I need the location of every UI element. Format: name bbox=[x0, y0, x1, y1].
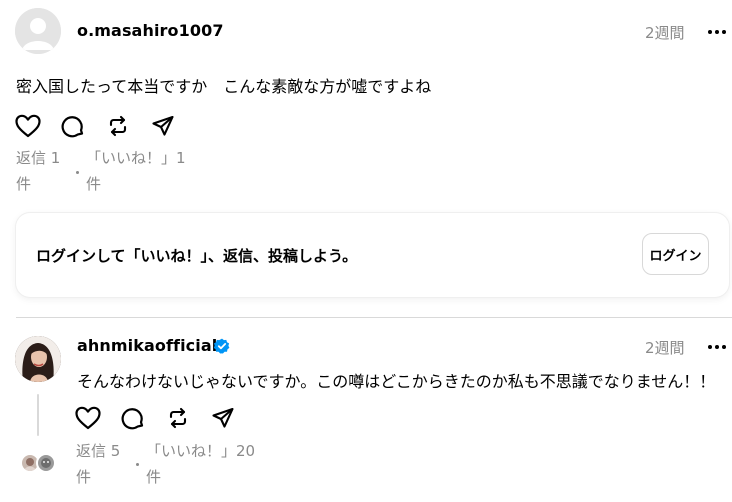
send-icon[interactable] bbox=[150, 113, 176, 139]
verified-badge-icon bbox=[213, 338, 230, 354]
thread-line bbox=[37, 394, 39, 436]
heart-icon[interactable] bbox=[15, 113, 41, 139]
more-icon[interactable] bbox=[706, 336, 728, 358]
post-text: そんなわけないじゃないですか。この噂はどこからきたのか私も不思議でなりません！！ bbox=[77, 372, 716, 391]
reply-count-unit: 件 bbox=[16, 175, 32, 193]
repost-icon[interactable] bbox=[105, 113, 131, 139]
username[interactable]: ahnmikaofficial bbox=[77, 336, 217, 355]
profile-photo bbox=[15, 336, 61, 382]
more-icon[interactable] bbox=[706, 21, 728, 43]
avatar[interactable] bbox=[15, 336, 61, 382]
repost-icon[interactable] bbox=[165, 405, 191, 431]
login-button[interactable]: ログイン bbox=[642, 233, 709, 275]
login-prompt-text: ログインして「いいね！」、返信、投稿しよう。 bbox=[36, 247, 358, 265]
timestamp[interactable]: 2週間 bbox=[645, 22, 685, 43]
like-count-unit: 件 bbox=[86, 175, 102, 193]
separator-dot bbox=[76, 171, 79, 174]
username[interactable]: o.masahiro1007 bbox=[77, 21, 224, 40]
login-prompt-card: ログインして「いいね！」、返信、投稿しよう。 ログイン bbox=[16, 213, 729, 297]
action-bar bbox=[15, 113, 195, 139]
separator-dot bbox=[136, 463, 139, 466]
reply-count-unit: 件 bbox=[76, 468, 92, 486]
like-count[interactable]: 「いいね！」1 件 bbox=[86, 145, 186, 197]
action-bar bbox=[75, 405, 255, 431]
replier-avatar bbox=[36, 453, 56, 473]
reply-count[interactable]: 返信 5 件 bbox=[76, 438, 120, 490]
like-count-label: 「いいね！」1 bbox=[86, 149, 186, 167]
like-count[interactable]: 「いいね！」20 件 bbox=[146, 438, 255, 490]
avatar-default[interactable] bbox=[15, 8, 61, 54]
post-text: 密入国したって本当ですか こんな素敵な方が嘘ですよね bbox=[16, 77, 432, 96]
reply-count[interactable]: 返信 1 件 bbox=[16, 145, 60, 197]
replier-avatars[interactable] bbox=[20, 453, 60, 475]
like-count-label: 「いいね！」20 bbox=[146, 442, 256, 460]
heart-icon[interactable] bbox=[75, 405, 101, 431]
send-icon[interactable] bbox=[210, 405, 236, 431]
like-count-unit: 件 bbox=[146, 468, 162, 486]
comment-icon[interactable] bbox=[60, 113, 86, 139]
comment-icon[interactable] bbox=[120, 405, 146, 431]
divider bbox=[16, 317, 732, 318]
default-user-icon bbox=[15, 8, 61, 54]
timestamp[interactable]: 2週間 bbox=[645, 337, 685, 358]
reply-count-label: 返信 1 bbox=[16, 149, 61, 167]
reply-count-label: 返信 5 bbox=[76, 442, 121, 460]
